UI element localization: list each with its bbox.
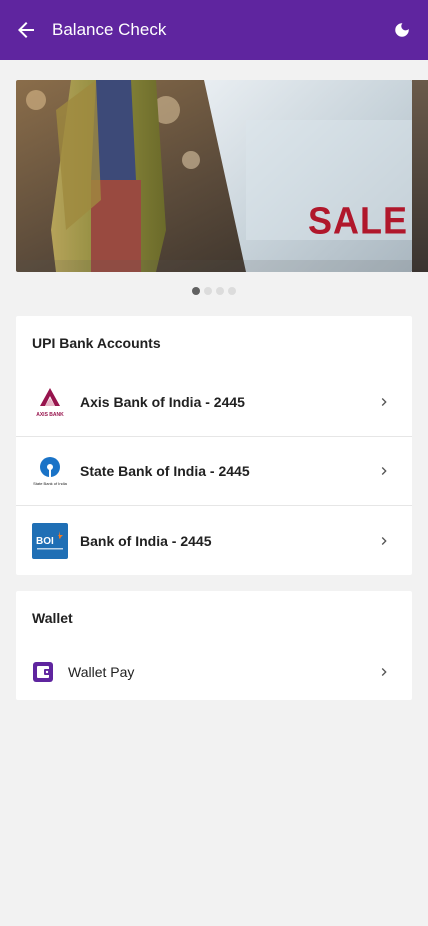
chevron-right-icon	[376, 664, 392, 680]
app-bar: Balance Check	[0, 0, 428, 60]
chevron-right-icon	[376, 394, 392, 410]
wallet-icon	[32, 660, 56, 684]
wallet-card: Wallet Wallet Pay	[16, 591, 412, 700]
wallet-item-label: Wallet Pay	[68, 664, 135, 680]
svg-text:BOI: BOI	[36, 536, 54, 547]
chevron-right-icon	[376, 463, 392, 479]
bank-account-label: State Bank of India - 2445	[80, 463, 250, 479]
bank-account-label: Bank of India - 2445	[80, 532, 212, 549]
carousel-dot-1[interactable]	[192, 287, 200, 295]
carousel-dot-4[interactable]	[228, 287, 236, 295]
svg-text:State Bank of India: State Bank of India	[33, 481, 68, 486]
carousel-dot-2[interactable]	[204, 287, 212, 295]
arrow-left-icon	[18, 22, 34, 38]
next-slide-peek	[412, 80, 428, 272]
upi-accounts-title: UPI Bank Accounts	[32, 335, 161, 351]
upi-accounts-card: UPI Bank Accounts AXIS BANK Axis Bank of…	[16, 316, 412, 575]
svg-text:AXIS BANK: AXIS BANK	[36, 412, 64, 418]
page-title: Balance Check	[52, 20, 167, 39]
wallet-title: Wallet	[32, 610, 73, 626]
sale-text: SALE	[308, 198, 409, 242]
bank-account-row-axis[interactable]: AXIS BANK Axis Bank of India - 2445	[16, 368, 412, 437]
wallet-pay-row[interactable]: Wallet Pay	[16, 637, 412, 707]
boi-logo: BOI	[32, 522, 68, 559]
carousel-indicators	[0, 287, 428, 297]
sbi-logo: State Bank of India	[32, 453, 68, 489]
chevron-right-icon	[376, 533, 392, 549]
bank-account-row-sbi[interactable]: State Bank of India State Bank of India …	[16, 437, 412, 506]
carousel-dot-3[interactable]	[216, 287, 224, 295]
banner-image	[16, 80, 412, 272]
back-button[interactable]	[8, 12, 44, 48]
moon-icon	[395, 23, 409, 37]
axis-bank-logo: AXIS BANK	[32, 384, 68, 420]
theme-toggle-button[interactable]	[384, 12, 420, 48]
bank-account-label: Axis Bank of India - 2445	[80, 394, 245, 410]
promo-banner[interactable]: SALE	[16, 80, 412, 272]
bank-account-row-boi[interactable]: BOI Bank of India - 2445	[16, 506, 412, 575]
